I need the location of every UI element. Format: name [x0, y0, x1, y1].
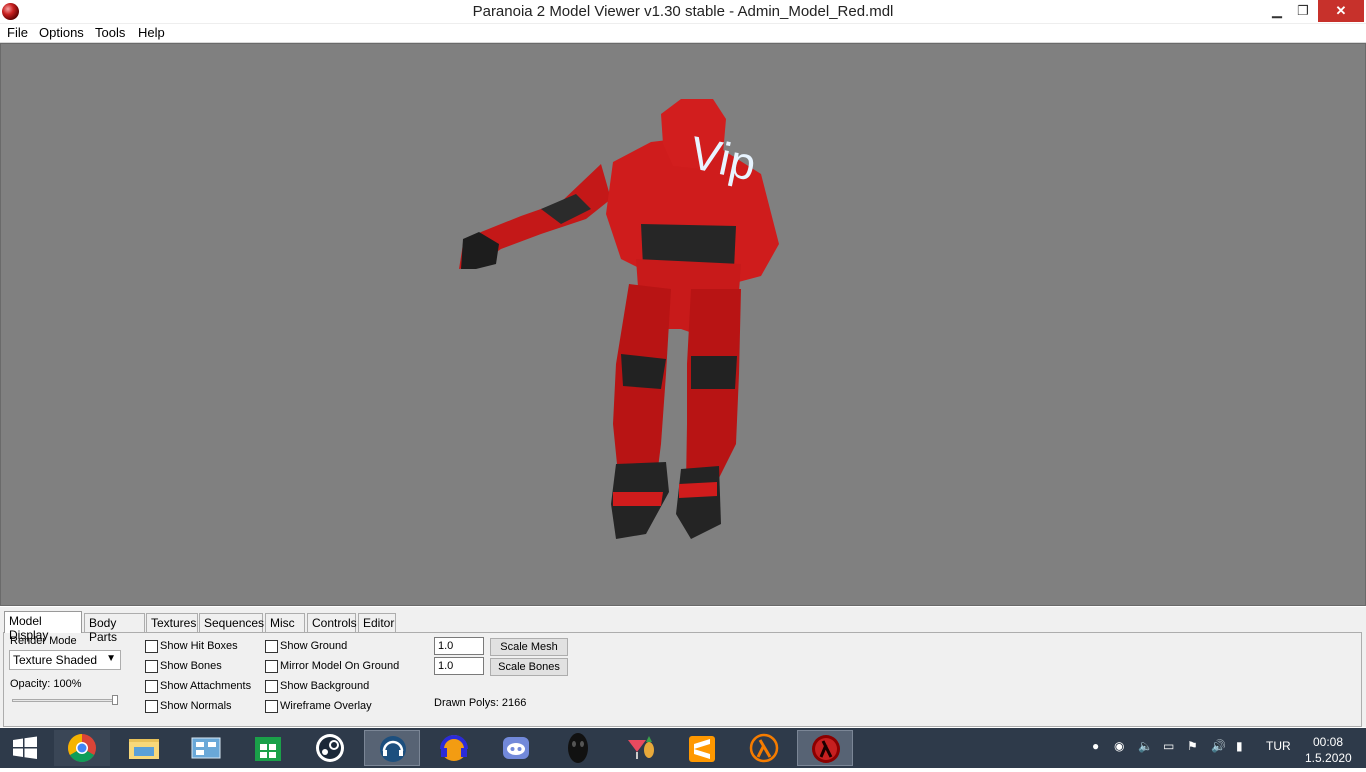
- tab-sequences[interactable]: Sequences: [199, 613, 264, 632]
- model-right-boot-stripe: [679, 482, 717, 498]
- menu-file[interactable]: File: [7, 25, 28, 40]
- taskbar-control-panel[interactable]: [178, 730, 234, 766]
- flag-tray-icon[interactable]: ⚑: [1187, 739, 1198, 753]
- show-normals-label: Show Normals: [160, 700, 232, 712]
- mirror-model-checkbox[interactable]: [265, 660, 278, 673]
- tab-model-display[interactable]: Model Display: [4, 611, 82, 642]
- tab-textures[interactable]: Textures: [146, 613, 198, 632]
- mirror-model-label: Mirror Model On Ground: [280, 660, 400, 672]
- teamspeak-icon: [380, 736, 406, 762]
- show-normals-checkbox[interactable]: [145, 700, 158, 713]
- tab-misc[interactable]: Misc: [265, 613, 305, 632]
- render-mode-select[interactable]: Texture Shaded ▼: [9, 650, 121, 670]
- windows-logo-icon: [13, 736, 37, 759]
- model-right-knee: [691, 356, 737, 389]
- scale-mesh-button[interactable]: Scale Mesh: [490, 638, 568, 656]
- taskbar-file-explorer[interactable]: [116, 730, 172, 766]
- steam-tray-icon[interactable]: ◉: [1114, 739, 1124, 753]
- start-button[interactable]: [0, 730, 50, 766]
- scale-bones-button[interactable]: Scale Bones: [490, 658, 568, 676]
- taskbar-steam[interactable]: [302, 730, 358, 766]
- render-mode-label: Render Mode: [10, 635, 77, 647]
- scale-mesh-input[interactable]: 1.0: [434, 637, 484, 655]
- scale-bones-input[interactable]: 1.0: [434, 657, 484, 675]
- show-ground-label: Show Ground: [280, 640, 348, 652]
- cocktail-icon: [628, 736, 654, 759]
- opacity-label: Opacity: 100%: [10, 678, 82, 690]
- tab-body-parts[interactable]: Body Parts: [84, 613, 145, 644]
- show-background-checkbox[interactable]: [265, 680, 278, 693]
- show-attachments-label: Show Attachments: [160, 680, 252, 692]
- taskbar: ● ◉ 🔈 ▭ ⚑ 🔊 ▮ TUR: [0, 728, 1366, 768]
- wireframe-overlay-label: Wireframe Overlay: [280, 700, 372, 712]
- model-left-boot-stripe: [613, 492, 663, 506]
- taskbar-paranoia-model-viewer[interactable]: [797, 730, 853, 766]
- half-life-icon: [749, 733, 779, 763]
- taskbar-mask-app[interactable]: [550, 730, 606, 766]
- title-bar: Paranoia 2 Model Viewer v1.30 stable - A…: [0, 0, 1366, 24]
- control-panel-icon: [191, 737, 221, 759]
- speaker-muted-tray-icon[interactable]: 🔈: [1138, 739, 1153, 753]
- close-button[interactable]: ✕: [1318, 0, 1364, 22]
- sublime-text-icon: [689, 736, 715, 762]
- drawn-polys-label: Drawn Polys: 2166: [434, 697, 527, 709]
- show-attachments-checkbox[interactable]: [145, 680, 158, 693]
- show-ground-checkbox[interactable]: [265, 640, 278, 653]
- menu-help[interactable]: Help: [138, 25, 165, 40]
- mask-icon: [568, 733, 588, 763]
- taskbar-game-app[interactable]: [612, 730, 668, 766]
- show-hit-boxes-checkbox[interactable]: [145, 640, 158, 653]
- network-tray-icon[interactable]: ●: [1092, 739, 1099, 753]
- taskbar-teamspeak[interactable]: [364, 730, 420, 766]
- store-icon: [255, 737, 281, 761]
- show-hit-boxes-label: Show Hit Boxes: [160, 640, 238, 652]
- opacity-slider-track[interactable]: [12, 699, 117, 702]
- taskbar-half-life[interactable]: [736, 730, 792, 766]
- chrome-icon: [68, 734, 96, 762]
- taskbar-audacity[interactable]: [426, 730, 482, 766]
- taskbar-sublime-text[interactable]: [674, 730, 730, 766]
- window-title: Paranoia 2 Model Viewer v1.30 stable - A…: [472, 3, 894, 20]
- model-render: Vip: [459, 99, 779, 539]
- opacity-slider-thumb[interactable]: [112, 695, 118, 705]
- clock-date[interactable]: 1.5.2020: [1305, 751, 1352, 765]
- taskbar-chrome[interactable]: [54, 730, 110, 766]
- tab-controls[interactable]: Controls: [307, 613, 357, 632]
- menu-options[interactable]: Options: [39, 25, 84, 40]
- render-mode-value: Texture Shaded: [13, 653, 98, 667]
- taskbar-discord[interactable]: [488, 730, 544, 766]
- language-indicator[interactable]: TUR: [1266, 739, 1291, 753]
- show-bones-label: Show Bones: [160, 660, 222, 672]
- audacity-icon: [440, 735, 468, 761]
- display-tray-icon[interactable]: ▭: [1163, 739, 1174, 753]
- steam-icon: [316, 734, 344, 762]
- wireframe-overlay-checkbox[interactable]: [265, 700, 278, 713]
- menu-bar: File Options Tools Help: [0, 24, 1366, 43]
- tab-editor[interactable]: Editor: [358, 613, 396, 632]
- model-left-knee: [621, 354, 666, 389]
- discord-icon: [503, 737, 529, 759]
- volume-tray-icon[interactable]: 🔊: [1211, 739, 1226, 753]
- model-right-boot: [676, 466, 721, 539]
- folder-icon: [129, 739, 159, 759]
- power-tray-icon[interactable]: ▮: [1236, 739, 1243, 753]
- show-bones-checkbox[interactable]: [145, 660, 158, 673]
- paranoia-viewer-icon: [812, 735, 840, 763]
- show-background-label: Show Background: [280, 680, 370, 692]
- taskbar-store[interactable]: [240, 730, 296, 766]
- model-viewport[interactable]: Vip: [0, 43, 1366, 606]
- chevron-down-icon: ▼: [106, 653, 116, 664]
- clock-time[interactable]: 00:08: [1313, 735, 1343, 749]
- menu-tools[interactable]: Tools: [95, 25, 125, 40]
